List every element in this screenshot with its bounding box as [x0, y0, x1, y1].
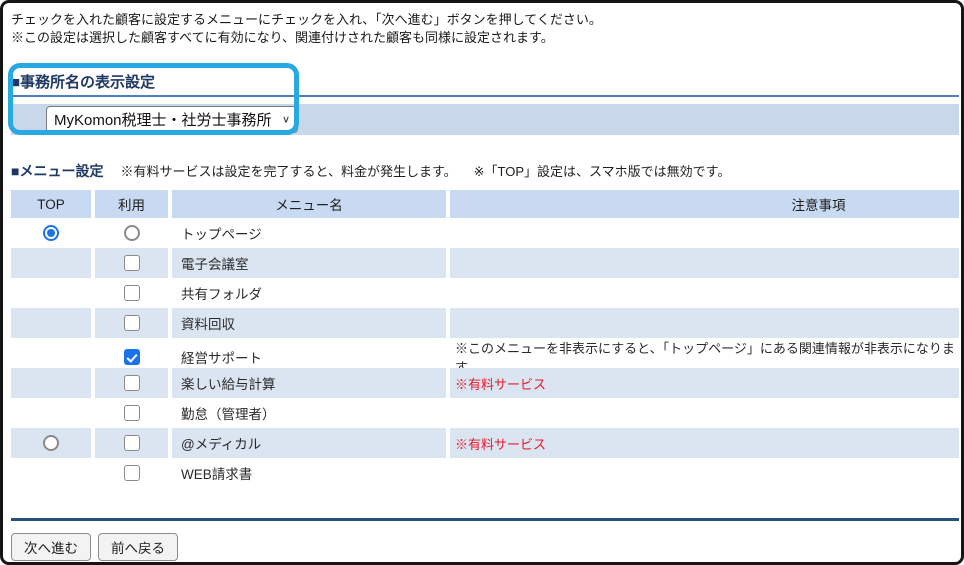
table-row-shared-folder: 共有フォルダ: [11, 278, 959, 308]
note-text: ※有料サービス: [455, 374, 546, 393]
top-radio[interactable]: [43, 225, 59, 241]
office-section-title: ■事務所名の表示設定: [11, 71, 959, 97]
col-header-notes: 注意事項: [450, 190, 959, 218]
next-button[interactable]: 次へ進む: [11, 533, 91, 561]
chevron-down-icon: ∨: [282, 114, 290, 126]
col-header-use: 利用: [95, 190, 168, 218]
button-row: 次へ進む 前へ戻る: [11, 533, 959, 561]
table-row-payroll: 楽しい給与計算 ※有料サービス: [11, 368, 959, 398]
office-select-row: MyKomon税理士・社労士事務所 ∨: [11, 104, 959, 135]
table-row-e-meeting: 電子会議室: [11, 248, 959, 278]
table-row-document-collection: 資料回収: [11, 308, 959, 338]
col-header-menu-name: メニュー名: [172, 190, 446, 218]
use-checkbox[interactable]: [124, 285, 140, 301]
menu-name: @メディカル: [172, 428, 446, 458]
office-name-section: ■事務所名の表示設定 MyKomon税理士・社労士事務所 ∨: [11, 71, 959, 135]
use-checkbox[interactable]: [124, 435, 140, 451]
menu-name: 電子会議室: [172, 248, 446, 278]
col-header-top: TOP: [11, 190, 91, 218]
use-radio[interactable]: [124, 225, 140, 241]
menu-name: 楽しい給与計算: [172, 368, 446, 398]
use-checkbox[interactable]: [124, 375, 140, 391]
note-text: ※有料サービス: [455, 434, 546, 453]
menu-settings-section: ■メニュー設定 ※有料サービスは設定を完了すると、料金が発生します。 ※「TOP…: [11, 161, 959, 488]
menu-table: TOP 利用 メニュー名 注意事項 トップページ 電子: [11, 190, 959, 488]
use-checkbox[interactable]: [124, 349, 140, 365]
menu-name: 資料回収: [172, 308, 446, 338]
menu-name: トップページ: [172, 218, 446, 248]
menu-section-title: ■メニュー設定: [11, 161, 103, 184]
divider-top: [11, 518, 959, 521]
top-radio[interactable]: [43, 435, 59, 451]
menu-name: WEB請求書: [172, 458, 446, 488]
use-checkbox[interactable]: [124, 315, 140, 331]
menu-section-header: ■メニュー設定 ※有料サービスは設定を完了すると、料金が発生します。 ※「TOP…: [11, 161, 959, 184]
table-row-attendance-admin: 勤怠（管理者）: [11, 398, 959, 428]
table-row-management-support: 経営サポート ※このメニューを非表示にすると、「トップページ」にある関連情報が非…: [11, 338, 959, 368]
page-content: チェックを入れた顧客に設定するメニューにチェックを入れ、「次へ進む」ボタンを押し…: [3, 3, 959, 565]
back-button[interactable]: 前へ戻る: [98, 533, 178, 561]
menu-note-paid-service: ※有料サービスは設定を完了すると、料金が発生します。: [120, 161, 456, 180]
use-checkbox[interactable]: [124, 465, 140, 481]
instructions-line-2: ※この設定は選択した顧客すべてに有効になり、関連付けされた顧客も同様に設定されま…: [11, 29, 959, 47]
menu-table-body: トップページ 電子会議室 共有フォルダ: [11, 218, 959, 488]
use-checkbox[interactable]: [124, 405, 140, 421]
use-checkbox[interactable]: [124, 255, 140, 271]
table-row-at-medical: @メディカル ※有料サービス: [11, 428, 959, 458]
menu-table-header: TOP 利用 メニュー名 注意事項: [11, 190, 959, 218]
instructions-line-1: チェックを入れた顧客に設定するメニューにチェックを入れ、「次へ進む」ボタンを押し…: [11, 11, 959, 29]
menu-name: 共有フォルダ: [172, 278, 446, 308]
table-row-web-invoice: WEB請求書: [11, 458, 959, 488]
office-name-select[interactable]: MyKomon税理士・社労士事務所 ∨: [46, 106, 298, 133]
office-name-select-value: MyKomon税理士・社労士事務所: [54, 109, 272, 130]
menu-name: 勤怠（管理者）: [172, 398, 446, 428]
menu-note-top-smartphone: ※「TOP」設定は、スマホ版では無効です。: [474, 161, 731, 180]
table-row-top-page: トップページ: [11, 218, 959, 248]
page-frame: チェックを入れた顧客に設定するメニューにチェックを入れ、「次へ進む」ボタンを押し…: [0, 0, 964, 565]
